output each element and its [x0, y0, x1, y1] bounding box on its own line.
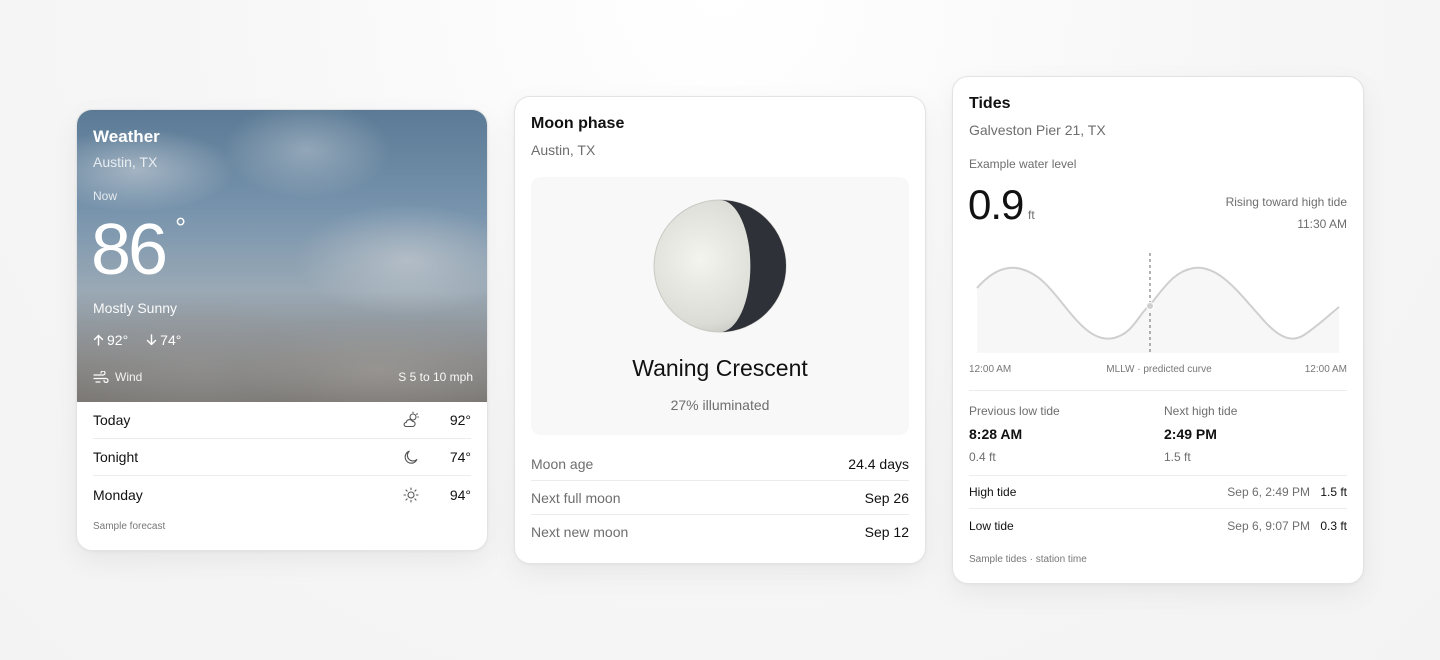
tide-curve-fill: [977, 267, 1339, 353]
moon-phase-icon: [653, 199, 787, 333]
tide-event-row: Low tide Sep 6, 9:07 PM 0.3 ft: [969, 509, 1347, 542]
moon-phase-name: Waning Crescent: [632, 355, 808, 381]
tide-event-height: 0.3 ft: [1320, 518, 1347, 533]
high-temp: 92°: [93, 332, 128, 348]
tides-location: Galveston Pier 21, TX: [969, 122, 1106, 138]
tide-event-name: Low tide: [969, 518, 1014, 533]
tide-axis-end: 12:00 AM: [1304, 364, 1347, 375]
moon-detail-value: Sep 26: [864, 489, 909, 506]
weather-card: Weather Austin, TX Now 86 ° Mostly Sunny…: [76, 109, 488, 551]
forecast-row: Today 92°: [93, 402, 471, 439]
tide-event-height: 1.5 ft: [1320, 485, 1347, 499]
arrow-down-icon: [146, 334, 157, 346]
moon-detail-label: Next new moon: [531, 524, 629, 540]
next-tide: Next high tide 2:49 PM 1.5 ft: [1164, 404, 1237, 464]
wind-icon: [93, 371, 109, 383]
tides-footnote: Sample tides · station time: [969, 554, 1087, 565]
weather-title: Weather: [93, 127, 160, 146]
arrow-up-icon: [93, 334, 104, 346]
forecast-temp: 92°: [449, 412, 471, 428]
moon-detail-label: Next full moon: [531, 489, 621, 506]
tide-event-row: High tide Sep 6, 2:49 PM 1.5 ft: [969, 476, 1347, 509]
forecast-day: Tonight: [93, 449, 139, 465]
water-level: 0.9: [968, 181, 1024, 228]
low-temp: 74°: [146, 332, 181, 348]
tide-event-name: High tide: [969, 485, 1017, 499]
weather-condition: Mostly Sunny: [93, 300, 178, 316]
next-tide-height: 1.5 ft: [1164, 450, 1191, 464]
tides-title: Tides: [969, 95, 1011, 112]
forecast-day: Monday: [93, 486, 143, 503]
moon-detail-row: Next full moon Sep 26: [531, 481, 909, 515]
degree-symbol: °: [175, 212, 187, 243]
moon-details-list: Moon age 24.4 days Next full moon Sep 26…: [531, 447, 909, 549]
moon-card: Moon phase Austin, TX Waning Crescent 27…: [514, 96, 926, 564]
moon-panel: Waning Crescent 27% illuminated: [531, 177, 909, 435]
tide-event-time: Sep 6, 2:49 PM: [1227, 485, 1310, 499]
next-tide-label: Next high tide: [1164, 404, 1238, 418]
now-label: Now: [93, 189, 118, 203]
previous-tide-label: Previous low tide: [969, 404, 1060, 418]
tide-status-time: 11:30 AM: [1297, 217, 1347, 231]
forecast-day: Today: [93, 412, 131, 428]
tide-events-list: High tide Sep 6, 2:49 PM 1.5 ft Low tide…: [969, 475, 1347, 542]
divider: [969, 390, 1347, 391]
moon-illumination: 27% illuminated: [670, 397, 770, 413]
tide-event-time: Sep 6, 9:07 PM: [1227, 518, 1310, 533]
weather-hero: Weather Austin, TX Now 86 ° Mostly Sunny…: [77, 110, 487, 402]
tide-axis-middle: MLLW · predicted curve: [1106, 364, 1212, 375]
previous-tide: Previous low tide 8:28 AM 0.4 ft: [969, 404, 1060, 464]
weather-location: Austin, TX: [93, 154, 158, 170]
moon-detail-row: Next new moon Sep 12: [531, 515, 909, 549]
moon-title: Moon phase: [531, 115, 625, 132]
forecast-row: Monday 94°: [93, 476, 471, 513]
current-level-dot: [1146, 302, 1154, 310]
forecast-row: Tonight 74°: [93, 439, 471, 476]
moon-detail-label: Moon age: [531, 455, 594, 472]
next-tide-time: 2:49 PM: [1164, 426, 1217, 442]
moon-detail-value: 24.4 days: [848, 455, 909, 472]
partly-cloudy-icon: [401, 410, 421, 430]
previous-tide-height: 0.4 ft: [969, 450, 996, 464]
water-level-unit: ft: [1028, 208, 1035, 222]
moon-location: Austin, TX: [531, 142, 596, 158]
forecast-temp: 74°: [449, 449, 471, 465]
forecast-temp: 94°: [449, 486, 471, 503]
forecast-list: Today 92° Tonight 74° Monday 94°: [93, 402, 471, 513]
tides-card: Tides Galveston Pier 21, TX Example wate…: [952, 76, 1364, 584]
current-temperature: 86: [91, 210, 168, 290]
moon-detail-value: Sep 12: [864, 524, 909, 540]
weather-footnote: Sample forecast: [93, 521, 166, 532]
sun-icon: [401, 485, 421, 505]
high-low-temps: 92° 74°: [93, 332, 181, 348]
previous-tide-time: 8:28 AM: [969, 426, 1023, 442]
tide-status: Rising toward high tide: [1225, 195, 1347, 209]
moon-detail-row: Moon age 24.4 days: [531, 447, 909, 481]
moon-icon: [401, 447, 421, 467]
tide-curve-chart: [976, 253, 1340, 353]
wind-label-group: Wind: [93, 370, 142, 384]
wind-label: Wind: [115, 370, 143, 384]
wind-value: S 5 to 10 mph: [398, 370, 473, 384]
tides-subtitle: Example water level: [969, 157, 1077, 171]
